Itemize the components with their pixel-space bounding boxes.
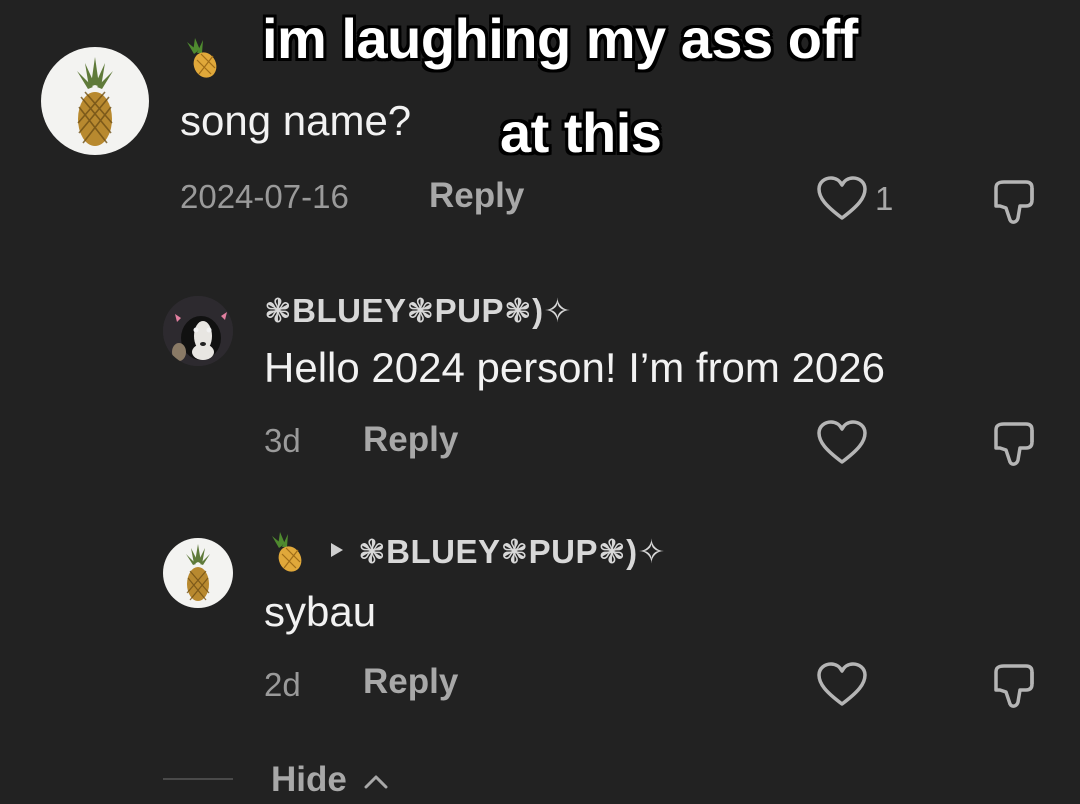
- caption-line-1: im laughing my ass off: [262, 7, 858, 70]
- pineapple-emoji-icon: [266, 530, 306, 574]
- comment-date: 3d: [264, 422, 301, 459]
- hide-replies-label: Hide: [271, 760, 347, 799]
- chevron-up-icon: [364, 775, 388, 789]
- pineapple-icon: [77, 57, 113, 146]
- comment-date: 2024-07-16: [180, 178, 349, 215]
- dislike-icon[interactable]: [988, 662, 1040, 710]
- comments-screen: song name? 2024-07-16 Reply 1 im laughin…: [0, 0, 1080, 804]
- pineapple-icon: [186, 544, 210, 601]
- hide-replies-button[interactable]: Hide: [271, 760, 389, 800]
- commenter-avatar[interactable]: [163, 296, 233, 366]
- pineapple-emoji-icon: [181, 36, 221, 80]
- like-count: 1: [875, 180, 894, 217]
- commenter-avatar[interactable]: [41, 47, 149, 155]
- reply-to-username[interactable]: ❃BLUEY❃PUP❃)✧: [358, 532, 666, 571]
- commenter-username[interactable]: ❃BLUEY❃PUP❃)✧: [264, 291, 572, 330]
- dislike-icon[interactable]: [988, 420, 1040, 468]
- comment-text: Hello 2024 person! I’m from 2026: [264, 344, 885, 391]
- comment-text: song name?: [180, 97, 412, 144]
- dislike-icon[interactable]: [988, 178, 1040, 226]
- comment-date: 2d: [264, 666, 301, 703]
- reply-button[interactable]: Reply: [363, 420, 458, 460]
- heart-icon[interactable]: [816, 176, 868, 222]
- heart-icon[interactable]: [816, 420, 868, 466]
- reply-arrow-icon: [329, 541, 345, 559]
- commenter-avatar[interactable]: [163, 538, 233, 608]
- dog-avatar: [163, 296, 233, 366]
- reply-button[interactable]: Reply: [429, 176, 524, 216]
- reply-button[interactable]: Reply: [363, 662, 458, 702]
- caption-line-2: at this: [500, 101, 662, 164]
- comment-text: sybau: [264, 588, 377, 635]
- heart-icon[interactable]: [816, 662, 868, 708]
- replies-divider: [163, 778, 233, 780]
